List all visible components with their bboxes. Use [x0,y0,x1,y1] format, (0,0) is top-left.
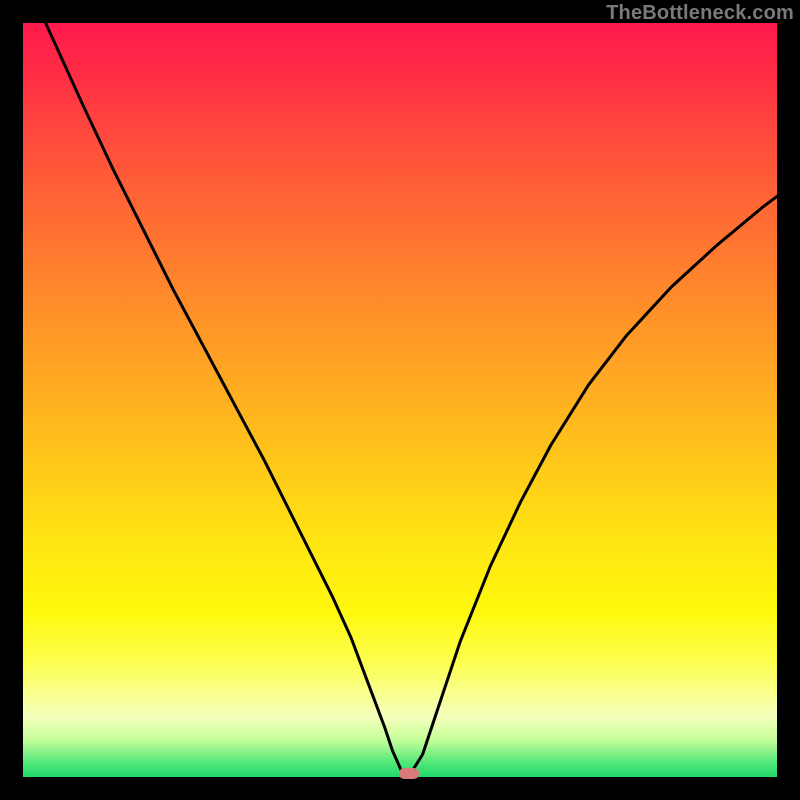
watermark-text: TheBottleneck.com [606,2,794,25]
plot-area [23,23,777,777]
chart-frame: TheBottleneck.com [0,0,800,800]
curve-svg [23,23,777,777]
optimal-marker [399,768,419,779]
bottleneck-curve [46,23,777,772]
